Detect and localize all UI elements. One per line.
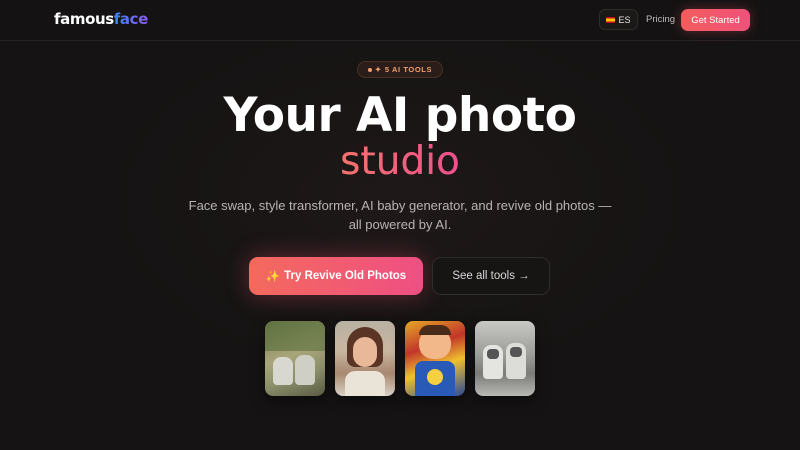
thumbnail-restored-dogs[interactable] [475, 321, 535, 396]
hero-title: Your AI photo [223, 88, 577, 143]
language-label: ES [618, 14, 631, 25]
see-all-tools-button[interactable]: See all tools → [432, 257, 550, 295]
tools-count-badge: ✦ 5 AI TOOLS [357, 61, 443, 78]
hero-subtitle-line-1: Face swap, style transformer, AI baby ge… [188, 198, 612, 213]
hero-subtitle-line-2: all powered by AI. [348, 217, 452, 232]
try-revive-button[interactable]: ✨ Try Revive Old Photos [249, 257, 423, 295]
logo-main-text: famous [54, 10, 114, 28]
thumbnail-vintage-dogs[interactable] [265, 321, 325, 396]
hero-title-highlight-text: studio [340, 139, 460, 184]
sparkles-icon: ✨ [265, 271, 281, 283]
logo[interactable]: famousface [54, 10, 148, 28]
pricing-link[interactable]: Pricing [646, 14, 675, 25]
spain-flag-icon [606, 16, 616, 23]
thumbnail-comic-baby[interactable] [405, 321, 465, 396]
language-selector[interactable]: ES [599, 9, 638, 30]
badge-label: 5 AI TOOLS [384, 65, 433, 74]
logo-accent-text: face [113, 10, 149, 28]
badge-dot-icon [367, 67, 372, 72]
thumbnail-cartoon-woman[interactable] [335, 321, 395, 396]
try-revive-label: Try Revive Old Photos [284, 270, 407, 282]
top-navbar: famousface ES Pricing Get Started [0, 0, 800, 41]
get-started-button[interactable]: Get Started [681, 9, 750, 31]
hero-subtitle: Face swap, style transformer, AI baby ge… [170, 196, 630, 234]
hero-title-highlight: studio [0, 138, 800, 186]
sparkle-icon: ✦ [374, 65, 382, 74]
